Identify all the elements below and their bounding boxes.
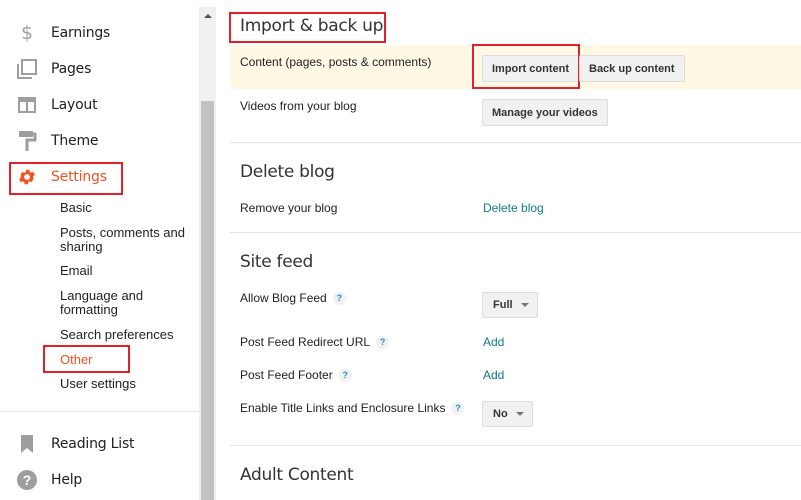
bookmark-icon xyxy=(16,433,38,455)
sidebar-item-label: Help xyxy=(51,472,83,488)
sidebar-item-reading-list[interactable]: Reading List xyxy=(0,429,199,459)
section-divider xyxy=(230,445,801,446)
svg-text:?: ? xyxy=(23,472,32,488)
settings-sub-posts-comments-sharing[interactable]: Posts, comments and sharing xyxy=(60,226,195,254)
title-links-label: Enable Title Links and Enclosure Links xyxy=(240,401,446,415)
scroll-up-arrow-icon[interactable] xyxy=(199,7,216,24)
help-question-icon[interactable]: ? xyxy=(376,336,390,350)
help-question-icon[interactable]: ? xyxy=(338,369,352,383)
post-feed-redirect-row: Post Feed Redirect URL? xyxy=(240,335,390,350)
section-divider xyxy=(230,142,801,143)
delete-blog-link[interactable]: Delete blog xyxy=(483,201,544,215)
sidebar-item-label: Pages xyxy=(51,61,92,77)
title-links-dropdown[interactable]: No xyxy=(482,401,533,427)
settings-main-panel: Import & back up Content (pages, posts &… xyxy=(216,0,801,500)
import-content-button[interactable]: Import content xyxy=(482,55,579,82)
settings-sub-language-formatting[interactable]: Language and formatting xyxy=(60,289,160,317)
sidebar-item-help[interactable]: ? Help xyxy=(0,465,199,495)
sidebar-item-earnings[interactable]: $ Earnings xyxy=(0,18,199,48)
allow-blog-feed-value: Full xyxy=(493,299,513,311)
allow-blog-feed-label: Allow Blog Feed xyxy=(240,291,327,305)
sidebar-item-label: Earnings xyxy=(51,25,111,41)
title-links-value: No xyxy=(493,408,508,420)
sidebar-divider xyxy=(0,411,199,412)
scroll-thumb[interactable] xyxy=(201,101,214,500)
sidebar-item-theme[interactable]: Theme xyxy=(0,126,199,156)
manage-videos-button[interactable]: Manage your videos xyxy=(482,99,608,126)
sidebar-item-label: Theme xyxy=(51,133,99,149)
layout-icon xyxy=(16,94,38,116)
scrollbar[interactable] xyxy=(199,7,216,500)
gear-icon xyxy=(16,166,38,188)
settings-sub-search-preferences[interactable]: Search preferences xyxy=(60,328,195,342)
section-title-import-backup: Import & back up xyxy=(240,16,384,36)
sidebar-item-pages[interactable]: Pages xyxy=(0,54,199,84)
sidebar-item-label: Settings xyxy=(51,169,107,185)
backup-content-button[interactable]: Back up content xyxy=(579,55,685,82)
sidebar-item-label: Layout xyxy=(51,97,98,113)
settings-sub-user-settings[interactable]: User settings xyxy=(60,377,195,391)
chevron-down-icon xyxy=(520,303,529,307)
post-feed-footer-row: Post Feed Footer? xyxy=(240,368,352,383)
allow-blog-feed-row: Allow Blog Feed? xyxy=(240,291,346,306)
allow-blog-feed-dropdown[interactable]: Full xyxy=(482,292,538,318)
post-feed-redirect-add-link[interactable]: Add xyxy=(483,335,504,349)
help-question-icon[interactable]: ? xyxy=(451,402,465,416)
help-icon: ? xyxy=(16,469,38,491)
chevron-down-icon xyxy=(515,412,524,416)
section-divider xyxy=(230,232,801,233)
post-feed-footer-label: Post Feed Footer xyxy=(240,368,333,382)
section-title-delete-blog: Delete blog xyxy=(240,162,335,182)
section-title-site-feed: Site feed xyxy=(240,252,314,272)
help-question-icon[interactable]: ? xyxy=(332,292,346,306)
videos-label: Videos from your blog xyxy=(240,99,357,113)
sidebar-item-label: Reading List xyxy=(51,436,135,452)
sidebar-item-settings[interactable]: Settings xyxy=(0,162,199,192)
sidebar-item-layout[interactable]: Layout xyxy=(0,90,199,120)
pages-icon xyxy=(16,58,38,80)
section-title-adult-content: Adult Content xyxy=(240,465,354,485)
paint-roller-icon xyxy=(16,130,38,152)
post-feed-redirect-label: Post Feed Redirect URL xyxy=(240,335,371,349)
settings-sub-email[interactable]: Email xyxy=(60,264,195,278)
content-label: Content (pages, posts & comments) xyxy=(240,55,432,69)
settings-sub-other[interactable]: Other xyxy=(60,353,195,367)
settings-sub-basic[interactable]: Basic xyxy=(60,201,195,215)
post-feed-footer-add-link[interactable]: Add xyxy=(483,368,504,382)
sidebar: $ Earnings Pages Layout Theme Settings B… xyxy=(0,0,199,500)
remove-blog-label: Remove your blog xyxy=(240,201,338,215)
dollar-icon: $ xyxy=(20,22,34,44)
title-links-row: Enable Title Links and Enclosure Links? xyxy=(240,401,465,416)
